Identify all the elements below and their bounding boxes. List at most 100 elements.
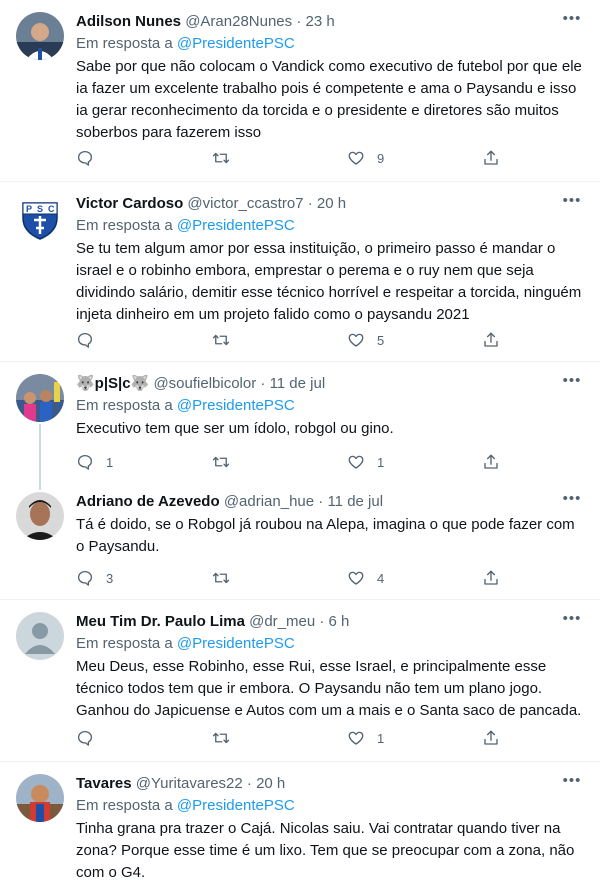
retweet-button[interactable] [212, 330, 242, 350]
reply-button[interactable] [76, 728, 106, 748]
reply-mention-link[interactable]: @PresidentePSC [177, 635, 295, 652]
avatar[interactable] [16, 774, 64, 822]
svg-text:S: S [37, 204, 43, 214]
tweet[interactable]: P S C Victor Cardoso @victor_ccastro7 · … [0, 182, 600, 362]
reply-context: Em resposta a @PresidentePSC [76, 796, 584, 816]
like-button[interactable]: 5 [347, 330, 384, 350]
more-options-icon[interactable]: ••• [560, 373, 584, 394]
reply-mention-link[interactable]: @PresidentePSC [177, 217, 295, 234]
reply-prefix: Em resposta a [76, 797, 173, 814]
tweet[interactable]: Tavares @Yuritavares22 · 20 h Em respost… [0, 762, 600, 880]
avatar-photo [16, 492, 64, 540]
tweet[interactable]: 🐺p|S|c🐺 @soufielbicolor · 11 de jul Em r… [0, 362, 600, 480]
retweet-icon [212, 334, 230, 346]
more-options-icon[interactable]: ••• [560, 11, 584, 32]
tweet-header: Tavares @Yuritavares22 · 20 h [76, 774, 584, 794]
reply-button[interactable]: 1 [76, 452, 113, 472]
separator-dot: · [307, 195, 313, 212]
reply-mention-link[interactable]: @PresidentePSC [177, 797, 295, 814]
retweet-icon [212, 456, 230, 468]
reply-icon [77, 570, 93, 586]
like-button[interactable]: 1 [347, 452, 384, 472]
reply-prefix: Em resposta a [76, 217, 173, 234]
avatar[interactable] [16, 12, 64, 60]
like-count: 1 [377, 454, 385, 470]
share-button[interactable] [482, 568, 500, 588]
more-options-icon[interactable]: ••• [560, 491, 584, 512]
more-options-icon[interactable]: ••• [560, 773, 584, 794]
retweet-icon [212, 572, 230, 584]
like-button[interactable]: 4 [347, 568, 384, 588]
tweet-text: Meu Deus, esse Robinho, esse Rui, esse I… [76, 658, 582, 719]
author-name[interactable]: Tavares [76, 775, 132, 792]
reply-icon [77, 454, 93, 470]
author-name[interactable]: Victor Cardoso [76, 195, 183, 212]
retweet-button[interactable] [212, 568, 242, 588]
separator-dot: · [318, 493, 324, 510]
avatar[interactable] [16, 492, 64, 540]
avatar[interactable] [16, 374, 64, 422]
timestamp[interactable]: 20 h [317, 195, 346, 212]
share-icon [484, 150, 498, 165]
reply-icon [77, 150, 93, 166]
author-name[interactable]: 🐺p|S|c🐺 [76, 375, 149, 392]
more-options-icon[interactable]: ••• [560, 611, 584, 632]
tweet-header: 🐺p|S|c🐺 @soufielbicolor · 11 de jul [76, 374, 584, 394]
reply-button[interactable] [76, 330, 106, 350]
timestamp[interactable]: 11 de jul [327, 493, 383, 510]
tweet-body: Meu Tim Dr. Paulo Lima @dr_meu · 6 h Em … [76, 612, 584, 722]
author-handle[interactable]: @adrian_hue [224, 493, 314, 510]
svg-text:P: P [26, 204, 32, 214]
timestamp[interactable]: 6 h [329, 613, 350, 630]
like-button[interactable]: 9 [347, 148, 384, 168]
heart-icon [348, 333, 364, 347]
heart-icon [348, 151, 364, 165]
reply-button[interactable] [76, 148, 106, 168]
retweet-button[interactable] [212, 148, 242, 168]
author-name[interactable]: Adilson Nunes [76, 13, 181, 30]
timestamp[interactable]: 23 h [306, 13, 335, 30]
tweet[interactable]: Adilson Nunes @Aran28Nunes · 23 h Em res… [0, 0, 600, 182]
reply-prefix: Em resposta a [76, 397, 173, 414]
author-handle[interactable]: @victor_ccastro7 [187, 195, 303, 212]
share-button[interactable] [482, 452, 500, 472]
tweet-header: Meu Tim Dr. Paulo Lima @dr_meu · 6 h [76, 612, 584, 632]
author-name[interactable]: Adriano de Azevedo [76, 493, 220, 510]
author-handle[interactable]: @dr_meu [249, 613, 315, 630]
timeline-feed: Adilson Nunes @Aran28Nunes · 23 h Em res… [0, 0, 600, 880]
tweet-header: Adilson Nunes @Aran28Nunes · 23 h [76, 12, 584, 32]
share-icon [484, 454, 498, 469]
timestamp[interactable]: 20 h [256, 775, 285, 792]
reply-button[interactable]: 3 [76, 568, 113, 588]
author-handle[interactable]: @Aran28Nunes [185, 13, 292, 30]
reply-mention-link[interactable]: @PresidentePSC [177, 35, 295, 52]
author-handle[interactable]: @soufielbicolor [153, 375, 256, 392]
tweet-text: Tá é doido, se o Robgol já roubou na Ale… [76, 516, 575, 555]
separator-dot: · [319, 613, 325, 630]
heart-icon [348, 571, 364, 585]
tweet[interactable]: Meu Tim Dr. Paulo Lima @dr_meu · 6 h Em … [0, 600, 600, 762]
tweet[interactable]: Adriano de Azevedo @adrian_hue · 11 de j… [0, 480, 600, 600]
avatar[interactable] [16, 612, 64, 660]
avatar-photo [16, 12, 64, 60]
avatar-photo [16, 374, 64, 422]
like-button[interactable]: 1 [347, 728, 384, 748]
more-options-icon[interactable]: ••• [560, 193, 584, 214]
like-count: 9 [377, 150, 385, 166]
share-button[interactable] [482, 728, 500, 748]
thread-connector-line [39, 424, 41, 480]
reply-count: 3 [106, 570, 114, 586]
timestamp[interactable]: 11 de jul [270, 375, 326, 392]
share-button[interactable] [482, 148, 500, 168]
avatar[interactable]: P S C [16, 194, 64, 242]
share-icon [484, 730, 498, 745]
author-handle[interactable]: @Yuritavares22 [136, 775, 243, 792]
action-bar: 1 1 [76, 452, 516, 472]
author-name[interactable]: Meu Tim Dr. Paulo Lima [76, 613, 245, 630]
action-bar: 9 [76, 148, 516, 168]
reply-mention-link[interactable]: @PresidentePSC [177, 397, 295, 414]
retweet-button[interactable] [212, 452, 242, 472]
reply-count: 1 [106, 454, 114, 470]
share-button[interactable] [482, 330, 500, 350]
retweet-button[interactable] [212, 728, 242, 748]
